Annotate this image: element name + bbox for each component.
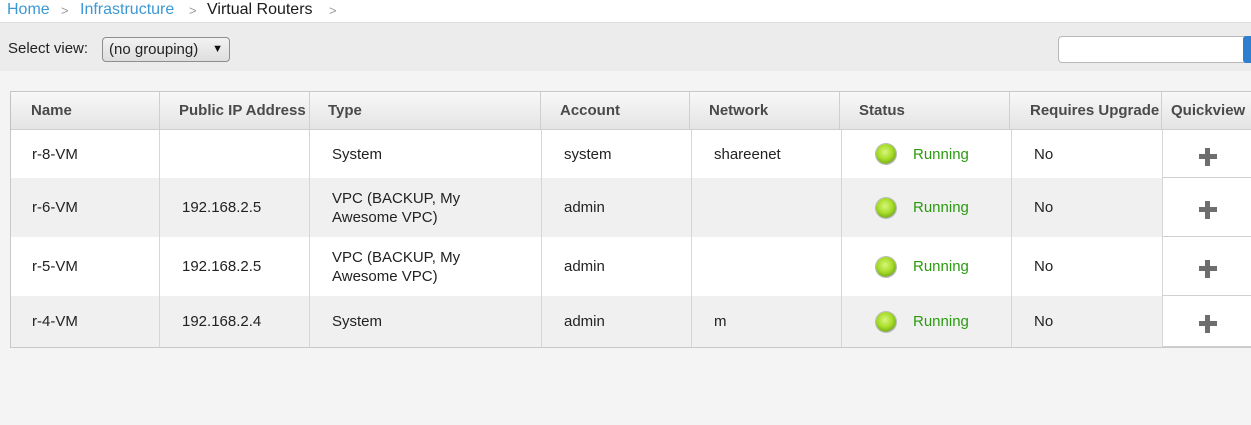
- breadcrumb-separator: >: [61, 3, 69, 18]
- quickview-button[interactable]: [1162, 237, 1251, 296]
- cell-network: shareenet: [714, 145, 781, 163]
- cell-type: System: [332, 145, 383, 163]
- cell-status: Running: [913, 313, 969, 330]
- breadcrumb: Home > Infrastructure > Virtual Routers …: [0, 0, 1251, 23]
- search-button[interactable]: [1243, 36, 1251, 63]
- cell-status: Running: [913, 258, 969, 275]
- search-input[interactable]: [1058, 36, 1251, 63]
- cell-status: Running: [913, 199, 969, 216]
- column-header-name[interactable]: Name: [11, 92, 160, 129]
- cell-name: r-4-VM: [32, 313, 78, 330]
- plus-icon: [1198, 315, 1217, 333]
- cell-public-ip: 192.168.2.5: [182, 199, 262, 216]
- cell-public-ip: 192.168.2.5: [182, 258, 262, 275]
- virtual-routers-table: Name Public IP Address Type Account Netw…: [10, 91, 1251, 348]
- cell-requires-upgrade: No: [1034, 145, 1054, 163]
- quickview-button[interactable]: [1162, 178, 1251, 237]
- chevron-down-icon: ▼: [212, 43, 223, 55]
- cell-type: VPC (BACKUP, My Awesome VPC): [332, 248, 461, 285]
- toolbar: Select view: (no grouping) ▼: [0, 23, 1251, 71]
- column-header-requires-upgrade[interactable]: Requires Upgrade: [1010, 92, 1162, 129]
- column-header-network[interactable]: Network: [690, 92, 840, 129]
- column-header-account[interactable]: Account: [541, 92, 690, 129]
- column-header-type[interactable]: Type: [310, 92, 541, 129]
- cell-requires-upgrade: No: [1034, 313, 1054, 330]
- plus-icon: [1198, 147, 1217, 166]
- cell-public-ip: 192.168.2.4: [182, 313, 262, 330]
- cell-account: system: [564, 145, 612, 163]
- plus-icon: [1198, 201, 1217, 219]
- table-row[interactable]: r-5-VM 192.168.2.5 VPC (BACKUP, My Aweso…: [11, 237, 1251, 296]
- status-light-icon: [876, 144, 896, 164]
- quickview-button[interactable]: [1162, 296, 1251, 347]
- cell-type: VPC (BACKUP, My Awesome VPC): [332, 189, 461, 226]
- breadcrumb-infrastructure[interactable]: Infrastructure: [80, 0, 174, 20]
- status-light-icon: [876, 256, 896, 277]
- cell-network: m: [714, 313, 727, 330]
- status-light-icon: [876, 311, 896, 332]
- breadcrumb-home[interactable]: Home: [7, 0, 50, 20]
- cell-account: admin: [564, 258, 605, 275]
- select-view-dropdown[interactable]: (no grouping) ▼: [102, 37, 230, 62]
- cell-requires-upgrade: No: [1034, 199, 1054, 216]
- cell-requires-upgrade: No: [1034, 258, 1054, 275]
- cell-account: admin: [564, 313, 605, 330]
- breadcrumb-virtual-routers: Virtual Routers: [207, 1, 313, 18]
- column-header-public-ip[interactable]: Public IP Address: [160, 92, 310, 129]
- breadcrumb-separator: >: [329, 3, 337, 18]
- column-header-quickview: Quickview: [1171, 102, 1246, 119]
- cell-name: r-6-VM: [32, 199, 78, 216]
- cell-account: admin: [564, 199, 605, 216]
- cell-type: System: [332, 313, 383, 330]
- select-view-value: (no grouping): [109, 41, 199, 58]
- table-row[interactable]: r-8-VM System system shareenet Running N…: [11, 130, 1251, 178]
- table-header: Name Public IP Address Type Account Netw…: [11, 92, 1251, 130]
- status-light-icon: [876, 197, 896, 218]
- plus-icon: [1198, 260, 1217, 278]
- quickview-button[interactable]: [1162, 130, 1251, 178]
- breadcrumb-separator: >: [189, 3, 197, 18]
- table-row[interactable]: r-6-VM 192.168.2.5 VPC (BACKUP, My Aweso…: [11, 178, 1251, 237]
- cell-status: Running: [913, 145, 969, 163]
- table-row[interactable]: r-4-VM 192.168.2.4 System admin m Runnin…: [11, 296, 1251, 347]
- cell-name: r-8-VM: [32, 145, 78, 163]
- table-bottom-border: [11, 347, 1251, 348]
- select-view-label: Select view:: [8, 40, 89, 57]
- column-header-status[interactable]: Status: [840, 92, 1010, 129]
- cell-name: r-5-VM: [32, 258, 78, 275]
